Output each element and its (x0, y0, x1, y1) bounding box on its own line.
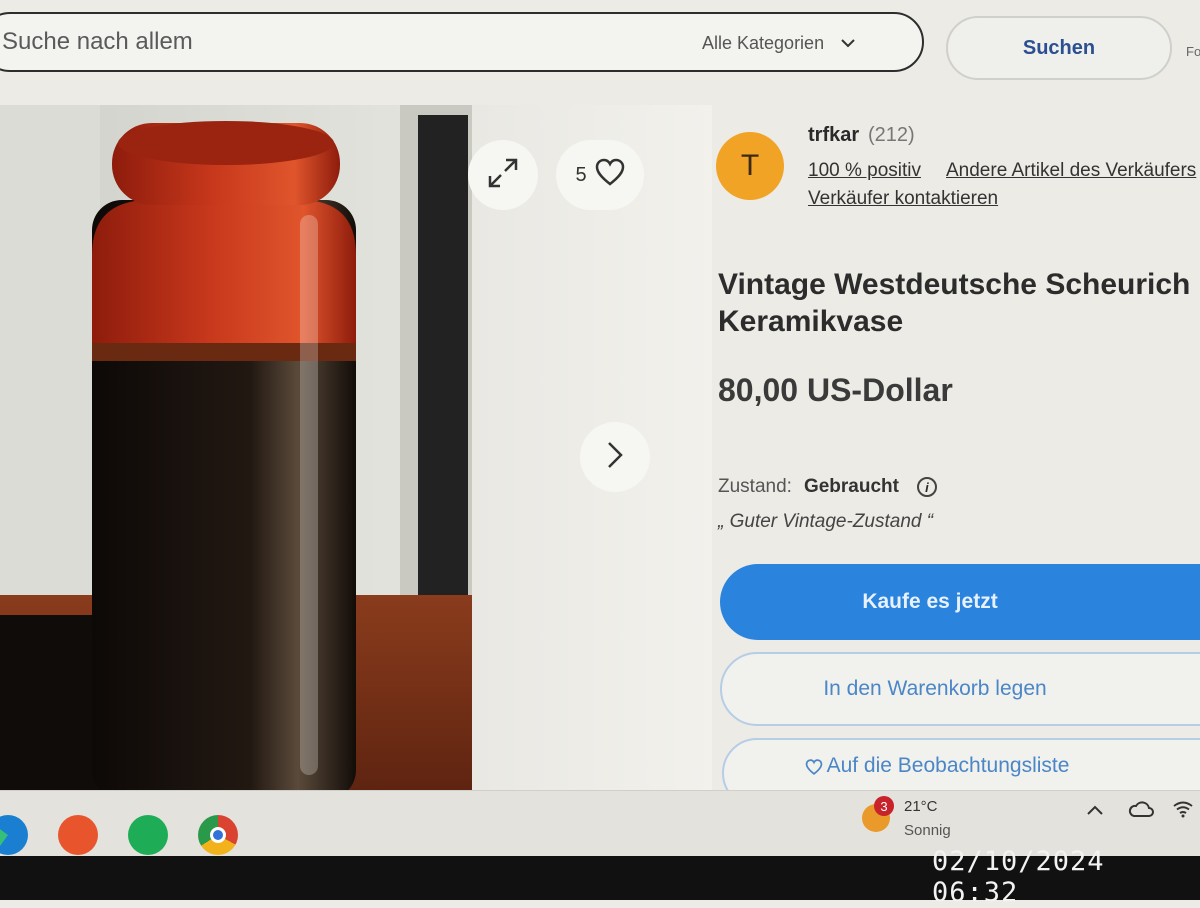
category-select[interactable]: Alle Kategorien (702, 30, 856, 56)
seller-feedback-link[interactable]: 100 % positiv (808, 160, 921, 182)
watch-count: 5 (575, 163, 587, 186)
product-image[interactable] (0, 105, 472, 807)
item-title-line-1: Vintage Westdeutsche Scheurich (718, 268, 1191, 301)
weather-temperature[interactable]: 21°C (904, 798, 938, 815)
watchlist-label: Auf die Beobachtungsliste (826, 754, 1070, 777)
condition-row: Zustand: Gebraucht i (718, 476, 937, 498)
item-title: Vintage Westdeutsche Scheurich Keramikva… (718, 266, 1200, 340)
chrome-icon[interactable] (198, 815, 238, 855)
brave-browser-icon[interactable] (58, 815, 98, 855)
contact-seller-link[interactable]: Verkäufer kontaktieren (808, 188, 998, 210)
onedrive-cloud-icon[interactable] (1128, 800, 1154, 823)
photo-timestamp: 02/10/2024 06:32 (932, 846, 1105, 908)
search-input[interactable] (2, 20, 642, 64)
seller-other-items-link[interactable]: Andere Artikel des Verkäufers (946, 160, 1196, 182)
next-image-button[interactable] (580, 422, 650, 492)
spotify-icon[interactable] (128, 815, 168, 855)
search-button[interactable]: Suchen (946, 16, 1172, 80)
heart-icon (595, 158, 625, 192)
weather-notification-badge: 3 (874, 796, 894, 816)
chevron-right-icon (606, 440, 624, 475)
buy-now-button[interactable]: Kaufe es jetzt (720, 564, 1200, 640)
expand-image-button[interactable] (468, 140, 538, 210)
seller-name[interactable]: trfkar (808, 124, 859, 147)
wifi-icon[interactable] (1172, 800, 1194, 823)
vase-photo (0, 105, 472, 807)
heart-icon (805, 754, 823, 781)
search-bar: Alle Kategorien (0, 12, 924, 72)
watch-count-button[interactable]: 5 (556, 140, 644, 210)
condition-value: Gebraucht (803, 476, 899, 497)
expand-icon (486, 156, 520, 195)
item-price: 80,00 US-Dollar (718, 372, 953, 408)
advanced-search-link[interactable]: Fo (1186, 44, 1200, 59)
category-select-label: Alle Kategorien (702, 32, 825, 53)
weather-description[interactable]: Sonnig (904, 822, 951, 839)
tray-chevron-up-icon[interactable] (1086, 800, 1104, 821)
condition-note: „ Guter Vintage-Zustand “ (718, 511, 934, 532)
chevron-down-icon (840, 32, 856, 55)
condition-label: Zustand: (718, 476, 792, 497)
add-to-cart-button[interactable]: In den Warenkorb legen (720, 652, 1200, 726)
info-icon[interactable]: i (916, 477, 937, 497)
item-title-line-2: Keramikvase (718, 305, 904, 338)
seller-rating-count: (212) (868, 124, 915, 146)
edge-icon[interactable] (0, 815, 28, 855)
seller-avatar[interactable]: T (716, 132, 784, 200)
